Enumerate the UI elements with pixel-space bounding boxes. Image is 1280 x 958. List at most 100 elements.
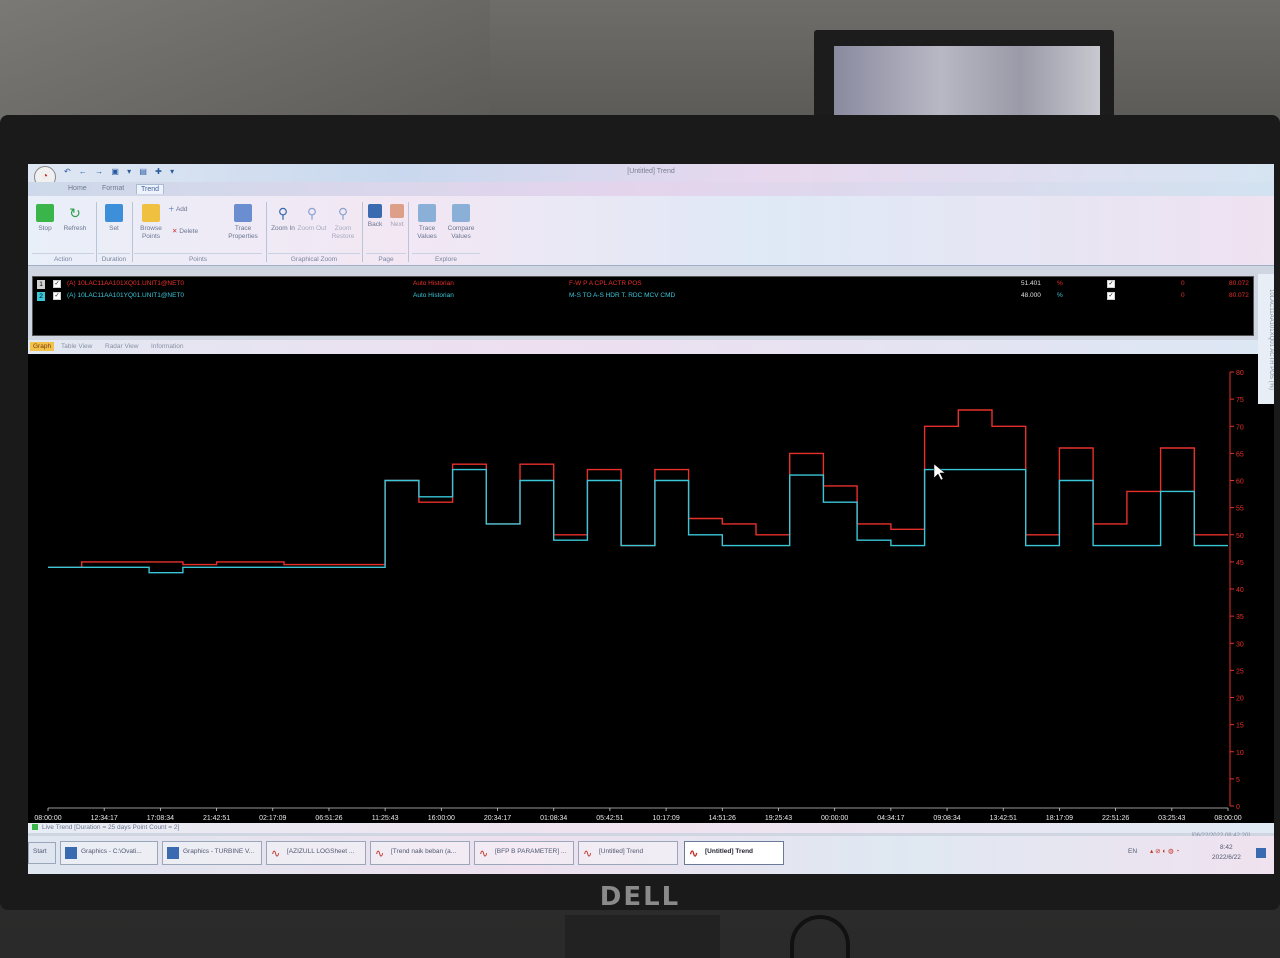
taskbar-item[interactable]: Graphics - TURBINE V... xyxy=(162,841,262,865)
trend-app-icon: ∿ xyxy=(583,848,593,860)
taskbar-item[interactable]: ∿ [AZIZULL LOGSheet ... xyxy=(266,841,366,865)
zoom-restore-label: Zoom Restore xyxy=(331,225,355,240)
x-tick-label: 05:42:51 xyxy=(596,815,623,822)
taskbar-item[interactable]: ∿ [BFP B PARAMETER] ... xyxy=(474,841,574,865)
group-explore: Explore xyxy=(412,253,480,263)
zoom-out-icon: ⚲ xyxy=(306,205,318,221)
trend-graph[interactable]: 80 75 70 65 60 55 50 45 40 35 30 25 20 15 10 5 0 08:00:00… xyxy=(28,354,1274,824)
trace-values-button[interactable]: Trace Values xyxy=(410,204,444,241)
x-tick-label: 11:25:43 xyxy=(372,815,399,822)
group-graphical-zoom: Graphical Zoom xyxy=(268,253,360,263)
graphics-app-icon xyxy=(65,847,77,859)
set-duration-button[interactable]: Set xyxy=(97,204,131,233)
tab-radar-view[interactable]: Radar View xyxy=(102,342,141,351)
wall-panel xyxy=(0,0,490,130)
taskbar-item-active[interactable]: ∿ [Untitled] Trend xyxy=(684,841,784,865)
notification-icon[interactable] xyxy=(1256,848,1266,858)
zoom-out-button[interactable]: ⚲ Zoom Out xyxy=(295,204,329,233)
x-tick-label: 12:34:17 xyxy=(91,815,118,822)
point-scale-checkbox[interactable]: ✓ xyxy=(1107,280,1115,288)
point-visible-checkbox[interactable]: ✓ xyxy=(53,280,61,288)
x-tick-label: 09:08:34 xyxy=(933,815,960,822)
point-scale-max: 80.072 xyxy=(1229,280,1249,287)
y-tick-label: 10 xyxy=(1236,750,1244,757)
zoom-in-icon: ⚲ xyxy=(277,205,289,221)
series-line-2 xyxy=(48,468,1228,574)
task-label: [Untitled] Trend xyxy=(599,848,644,855)
view-tabs: Graph Table View Radar View Information xyxy=(28,340,1274,354)
stop-button[interactable]: Stop xyxy=(28,204,62,233)
status-bar: Live Trend [Duration = 25 days Point Cou… xyxy=(28,823,1274,833)
point-offset: 0 xyxy=(1181,292,1185,299)
trace-properties-label: Trace Properties xyxy=(228,225,258,240)
browse-points-label: Browse Points xyxy=(140,225,162,240)
point-row-1[interactable]: 1 ✓ (A) 10LAC11AA101XQ01.UNIT1@NET0 Auto… xyxy=(33,280,1255,291)
point-index: 1 xyxy=(37,280,45,289)
x-tick-label: 08:00:00 xyxy=(34,815,61,822)
tab-graph[interactable]: Graph xyxy=(30,342,55,351)
ribbon: Stop ↻ Refresh Action Set Duration Brows… xyxy=(28,196,1274,266)
trace-properties-icon xyxy=(234,204,252,222)
trace-properties-button[interactable]: Trace Properties xyxy=(226,204,260,241)
point-unit: % xyxy=(1057,292,1063,299)
background-monitor-screen xyxy=(834,46,1100,116)
add-icon: ＋ xyxy=(168,206,175,213)
y-tick-label: 50 xyxy=(1236,533,1244,540)
point-row-2[interactable]: 2 ✓ (A) 10LAC11AA101YQ01.UNIT1@NET0 Auto… xyxy=(33,292,1255,303)
add-point-button[interactable]: ＋ Add xyxy=(168,206,218,214)
refresh-icon: ↻ xyxy=(69,205,81,221)
stop-icon xyxy=(36,204,54,222)
dell-logo: DELL xyxy=(599,882,681,912)
x-tick-label: 22:51:26 xyxy=(1102,815,1129,822)
compare-values-button[interactable]: Compare Values xyxy=(444,204,478,241)
taskbar-item[interactable]: Graphics - C:\Ovati... xyxy=(60,841,158,865)
tab-information[interactable]: Information xyxy=(148,342,187,351)
y-tick-label: 30 xyxy=(1236,641,1244,648)
refresh-button[interactable]: ↻ Refresh xyxy=(58,204,92,233)
background-monitor xyxy=(814,30,1114,122)
ribbon-tabs: Home Format Trend xyxy=(28,182,1274,196)
clock-time: 8:42 xyxy=(1220,844,1233,851)
point-offset: 0 xyxy=(1181,280,1185,287)
point-unit: % xyxy=(1057,280,1063,287)
tab-home[interactable]: Home xyxy=(64,184,91,193)
y-tick-label: 35 xyxy=(1236,614,1244,621)
delete-point-button[interactable]: ✕ Delete xyxy=(172,228,222,236)
set-label: Set xyxy=(109,225,119,232)
start-label: Start xyxy=(33,848,47,855)
x-tick-label: 14:51:26 xyxy=(709,815,736,822)
y-tick-label: 75 xyxy=(1236,397,1244,404)
taskbar: Start Graphics - C:\Ovati... Graphics - … xyxy=(28,836,1274,874)
browse-points-button[interactable]: Browse Points xyxy=(134,204,168,241)
x-tick-label: 02:17:09 xyxy=(259,815,286,822)
trend-chart[interactable]: 8075706560555045403530252015105008:00:00… xyxy=(28,354,1250,824)
window-title: [Untitled] Trend xyxy=(627,168,675,175)
graphics-app-icon xyxy=(167,847,179,859)
trend-app-icon: ∿ xyxy=(375,848,385,860)
axis-side-label: 10LAC11AA101XQ01 ACTR POS (%) xyxy=(1258,274,1274,404)
language-indicator[interactable]: EN xyxy=(1128,848,1137,855)
y-tick-label: 60 xyxy=(1236,479,1244,486)
mouse-cursor-icon xyxy=(933,463,946,481)
tray-icons[interactable]: ▴ ⊘ ◐ ◍ ◔ xyxy=(1150,847,1179,855)
x-tick-label: 21:42:51 xyxy=(203,815,230,822)
point-scale-checkbox[interactable]: ✓ xyxy=(1107,292,1115,300)
zoom-restore-button[interactable]: ⚲ Zoom Restore xyxy=(326,204,360,241)
x-tick-label: 00:00:00 xyxy=(821,815,848,822)
point-visible-checkbox[interactable]: ✓ xyxy=(53,292,61,300)
y-tick-label: 70 xyxy=(1236,424,1244,431)
tab-table-view[interactable]: Table View xyxy=(58,342,95,351)
x-tick-label: 19:25:43 xyxy=(765,815,792,822)
taskbar-item[interactable]: ∿ [Trend naik beban (a... xyxy=(370,841,470,865)
y-tick-label: 0 xyxy=(1236,804,1240,811)
group-action: Action xyxy=(32,253,94,263)
tab-format[interactable]: Format xyxy=(98,184,128,193)
taskbar-item[interactable]: ∿ [Untitled] Trend xyxy=(578,841,678,865)
x-tick-label: 06:51:26 xyxy=(315,815,342,822)
tab-trend[interactable]: Trend xyxy=(136,184,165,194)
x-tick-label: 04:34:17 xyxy=(877,815,904,822)
task-label: [BFP B PARAMETER] ... xyxy=(495,848,567,855)
ribbon-separator xyxy=(408,202,409,262)
group-duration: Duration xyxy=(98,253,130,263)
start-button[interactable]: Start xyxy=(28,842,56,864)
